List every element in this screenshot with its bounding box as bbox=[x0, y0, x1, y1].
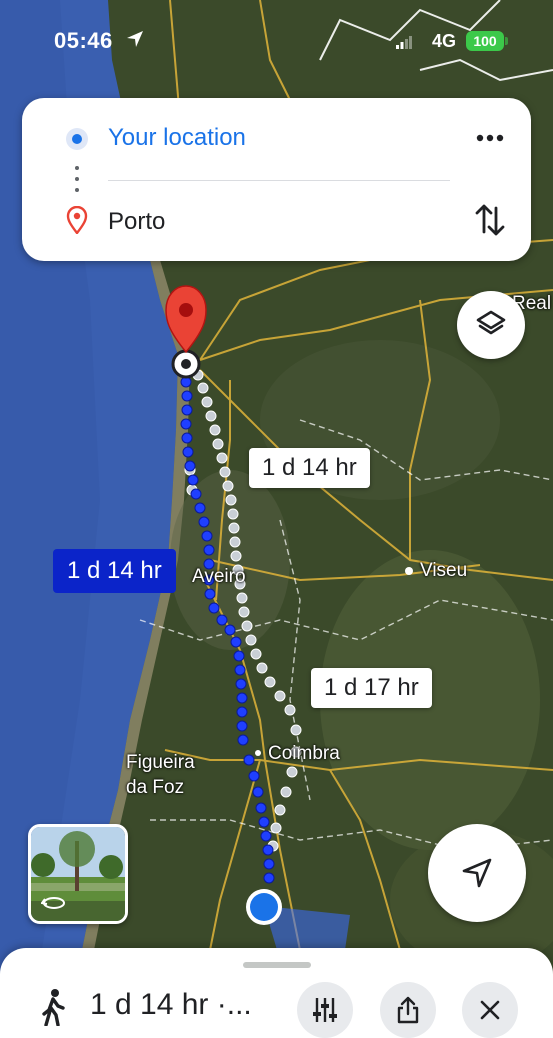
share-icon bbox=[397, 996, 419, 1024]
network-type: 4G bbox=[432, 31, 457, 51]
directions-card: Your location Porto bbox=[22, 98, 531, 261]
swap-vertical-icon[interactable] bbox=[470, 198, 510, 242]
divider bbox=[108, 180, 450, 181]
map-label-da-foz: da Foz bbox=[126, 777, 185, 798]
street-view-thumbnail[interactable] bbox=[28, 824, 128, 924]
origin-field[interactable]: Your location bbox=[108, 124, 246, 152]
navigation-arrow-icon bbox=[462, 858, 492, 888]
signal-icon bbox=[396, 36, 412, 49]
origin-dot-icon bbox=[66, 128, 88, 150]
status-time: 05:46 bbox=[54, 28, 113, 53]
route-options-button[interactable] bbox=[297, 982, 353, 1038]
route-summary[interactable]: 1 d 14 hr ·... bbox=[90, 988, 252, 1022]
battery-level: 100 bbox=[466, 31, 504, 51]
map-label-aveiro: Aveiro bbox=[192, 566, 246, 587]
route-time-selected[interactable]: 1 d 14 hr bbox=[53, 549, 176, 593]
route-connector-icon bbox=[75, 166, 79, 194]
rotate-360-icon bbox=[41, 897, 65, 909]
location-arrow-icon bbox=[127, 31, 143, 47]
destination-field[interactable]: Porto bbox=[108, 208, 165, 236]
map-label-coimbra: Coimbra bbox=[268, 743, 340, 764]
close-button[interactable] bbox=[462, 982, 518, 1038]
more-horizontal-icon[interactable] bbox=[470, 120, 510, 156]
sheet-drag-handle[interactable] bbox=[243, 962, 311, 968]
route-time-alt2[interactable]: 1 d 17 hr bbox=[311, 668, 432, 708]
map-label-figueira: Figueira bbox=[126, 752, 195, 773]
sliders-icon bbox=[313, 998, 337, 1022]
route-time-alt1[interactable]: 1 d 14 hr bbox=[249, 448, 370, 488]
recenter-button[interactable] bbox=[428, 824, 526, 922]
bottom-sheet[interactable]: 1 d 14 hr ·... bbox=[0, 948, 553, 1038]
walking-person-icon bbox=[42, 989, 65, 1026]
share-button[interactable] bbox=[380, 982, 436, 1038]
close-icon bbox=[480, 1000, 500, 1020]
destination-pin-icon bbox=[66, 206, 88, 234]
map-label-viseu: Viseu bbox=[420, 560, 468, 581]
battery-tip bbox=[505, 37, 508, 45]
status-bar: 05:46 4G 100 bbox=[0, 0, 553, 80]
layers-button[interactable] bbox=[457, 291, 525, 359]
layers-icon bbox=[476, 310, 506, 335]
